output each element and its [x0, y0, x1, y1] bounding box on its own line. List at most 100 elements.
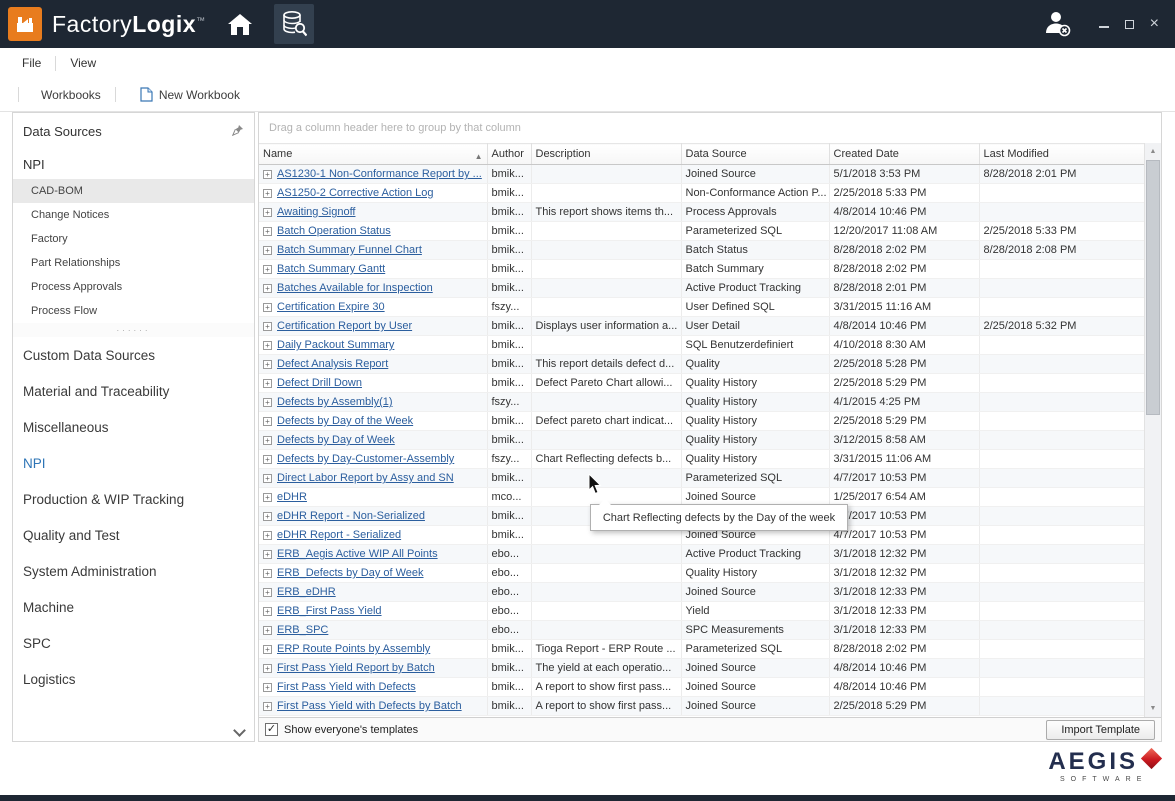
category-quality-and-test[interactable]: Quality and Test [13, 517, 254, 553]
vertical-scrollbar[interactable]: ▲ ▼ [1144, 143, 1161, 717]
template-link[interactable]: ERB_First Pass Yield [277, 605, 382, 617]
template-link[interactable]: ERP Route Points by Assembly [277, 643, 430, 655]
template-link[interactable]: Defect Analysis Report [277, 358, 388, 370]
template-link[interactable]: Defect Drill Down [277, 377, 362, 389]
scrollbar-thumb[interactable] [1146, 160, 1160, 415]
table-row[interactable]: +Defects by Day of the Weekbmik...Defect… [259, 412, 1144, 431]
table-row[interactable]: +Batch Summary Funnel Chartbmik...Batch … [259, 241, 1144, 260]
import-template-button[interactable]: Import Template [1046, 720, 1155, 740]
category-miscellaneous[interactable]: Miscellaneous [13, 409, 254, 445]
sidebar-item-process-approvals[interactable]: Process Approvals [13, 275, 254, 299]
template-link[interactable]: Certification Expire 30 [277, 301, 385, 313]
table-row[interactable]: +Defect Analysis Reportbmik...This repor… [259, 355, 1144, 374]
table-row[interactable]: +ERB_eDHRebo...Joined Source3/1/2018 12:… [259, 583, 1144, 602]
table-row[interactable]: +Defects by Day of Weekbmik...Quality Hi… [259, 431, 1144, 450]
table-row[interactable]: +Batches Available for Inspectionbmik...… [259, 279, 1144, 298]
template-link[interactable]: Defects by Day of Week [277, 434, 395, 446]
expand-icon[interactable]: + [263, 455, 272, 464]
template-link[interactable]: Batch Summary Gantt [277, 263, 385, 275]
table-row[interactable]: +Direct Labor Report by Assy and SNbmik.… [259, 469, 1144, 488]
template-link[interactable]: eDHR Report - Serialized [277, 529, 401, 541]
table-row[interactable]: +Batch Summary Ganttbmik...Batch Summary… [259, 260, 1144, 279]
table-row[interactable]: +Daily Packout Summarybmik...SQL Benutze… [259, 336, 1144, 355]
expand-icon[interactable]: + [263, 683, 272, 692]
template-link[interactable]: Batch Summary Funnel Chart [277, 244, 422, 256]
category-custom-data-sources[interactable]: Custom Data Sources [13, 337, 254, 373]
table-row[interactable]: +Batch Operation Statusbmik...Parameteri… [259, 222, 1144, 241]
table-row[interactable]: +ERB_SPCebo...SPC Measurements3/1/2018 1… [259, 621, 1144, 640]
expand-icon[interactable]: + [263, 170, 272, 179]
template-link[interactable]: ERB_Aegis Active WIP All Points [277, 548, 438, 560]
sidebar-item-part-relationships[interactable]: Part Relationships [13, 251, 254, 275]
expand-icon[interactable]: + [263, 436, 272, 445]
table-row[interactable]: +Defect Drill Downbmik...Defect Pareto C… [259, 374, 1144, 393]
new-workbook-button[interactable]: New Workbook [159, 88, 240, 102]
table-row[interactable]: +Defects by Day-Customer-Assemblyfszy...… [259, 450, 1144, 469]
expand-icon[interactable]: + [263, 303, 272, 312]
category-machine[interactable]: Machine [13, 589, 254, 625]
table-row[interactable]: +Certification Report by Userbmik...Disp… [259, 317, 1144, 336]
table-row[interactable]: +First Pass Yield with Defects by Batchb… [259, 697, 1144, 716]
workbooks-tab[interactable]: Workbooks [41, 88, 101, 102]
expand-icon[interactable]: + [263, 645, 272, 654]
expand-icon[interactable]: + [263, 531, 272, 540]
sidebar-item-change-notices[interactable]: Change Notices [13, 203, 254, 227]
expand-icon[interactable]: + [263, 208, 272, 217]
template-link[interactable]: AS1230-1 Non-Conformance Report by ... [277, 168, 482, 180]
template-link[interactable]: First Pass Yield Report by Batch [277, 662, 435, 674]
expand-icon[interactable]: + [263, 246, 272, 255]
template-link[interactable]: eDHR Report - Non-Serialized [277, 510, 425, 522]
maximize-button[interactable] [1125, 20, 1134, 29]
table-row[interactable]: +AS1250-2 Corrective Action Logbmik...No… [259, 184, 1144, 203]
sidebar-item-process-flow[interactable]: Process Flow [13, 299, 254, 323]
category-material-and-traceability[interactable]: Material and Traceability [13, 373, 254, 409]
expand-icon[interactable]: + [263, 341, 272, 350]
table-row[interactable]: +ERB_Aegis Active WIP All Pointsebo...Ac… [259, 545, 1144, 564]
column-header-last-modified[interactable]: Last Modified [979, 144, 1144, 165]
expand-icon[interactable]: + [263, 474, 272, 483]
template-link[interactable]: ERB_SPC [277, 624, 328, 636]
table-row[interactable]: +First Pass Yield Report by Batchbmik...… [259, 659, 1144, 678]
expand-icon[interactable]: + [263, 265, 272, 274]
template-link[interactable]: Awaiting Signoff [277, 206, 355, 218]
template-link[interactable]: ERB_eDHR [277, 586, 336, 598]
expand-icon[interactable]: + [263, 569, 272, 578]
expand-icon[interactable]: + [263, 417, 272, 426]
category-npi[interactable]: NPI [13, 445, 254, 481]
column-header-author[interactable]: Author [487, 144, 531, 165]
template-link[interactable]: First Pass Yield with Defects by Batch [277, 700, 462, 712]
expand-icon[interactable]: + [263, 322, 272, 331]
expand-icon[interactable]: + [263, 664, 272, 673]
table-row[interactable]: +First Pass Yield with Defectsbmik...A r… [259, 678, 1144, 697]
column-header-name[interactable]: Name▲ [259, 144, 487, 165]
scroll-up-icon[interactable]: ▲ [1145, 143, 1161, 160]
template-link[interactable]: Certification Report by User [277, 320, 412, 332]
template-link[interactable]: Batch Operation Status [277, 225, 391, 237]
category-spc[interactable]: SPC [13, 625, 254, 661]
template-link[interactable]: Batches Available for Inspection [277, 282, 433, 294]
show-everyones-templates-checkbox[interactable]: ✓ [265, 723, 278, 736]
group-by-panel[interactable]: Drag a column header here to group by th… [259, 113, 1161, 143]
chevron-down-icon[interactable] [233, 724, 246, 737]
template-link[interactable]: Defects by Day-Customer-Assembly [277, 453, 454, 465]
template-link[interactable]: ERB_Defects by Day of Week [277, 567, 424, 579]
template-link[interactable]: eDHR [277, 491, 307, 503]
menu-file[interactable]: File [22, 56, 41, 70]
sidebar-item-factory[interactable]: Factory [13, 227, 254, 251]
table-row[interactable]: +Certification Expire 30fszy...User Defi… [259, 298, 1144, 317]
template-link[interactable]: Defects by Day of the Week [277, 415, 413, 427]
column-header-description[interactable]: Description [531, 144, 681, 165]
expand-icon[interactable]: + [263, 360, 272, 369]
template-link[interactable]: Defects by Assembly(1) [277, 396, 393, 408]
close-button[interactable]: × [1150, 17, 1159, 31]
expand-icon[interactable]: + [263, 493, 272, 502]
expand-icon[interactable]: + [263, 588, 272, 597]
pin-icon[interactable] [232, 124, 244, 139]
expand-icon[interactable]: + [263, 626, 272, 635]
workbook-explorer-icon[interactable] [274, 4, 314, 44]
expand-icon[interactable]: + [263, 227, 272, 236]
user-disconnect-icon[interactable] [1037, 4, 1077, 44]
template-link[interactable]: First Pass Yield with Defects [277, 681, 416, 693]
expand-icon[interactable]: + [263, 607, 272, 616]
category-logistics[interactable]: Logistics [13, 661, 254, 697]
